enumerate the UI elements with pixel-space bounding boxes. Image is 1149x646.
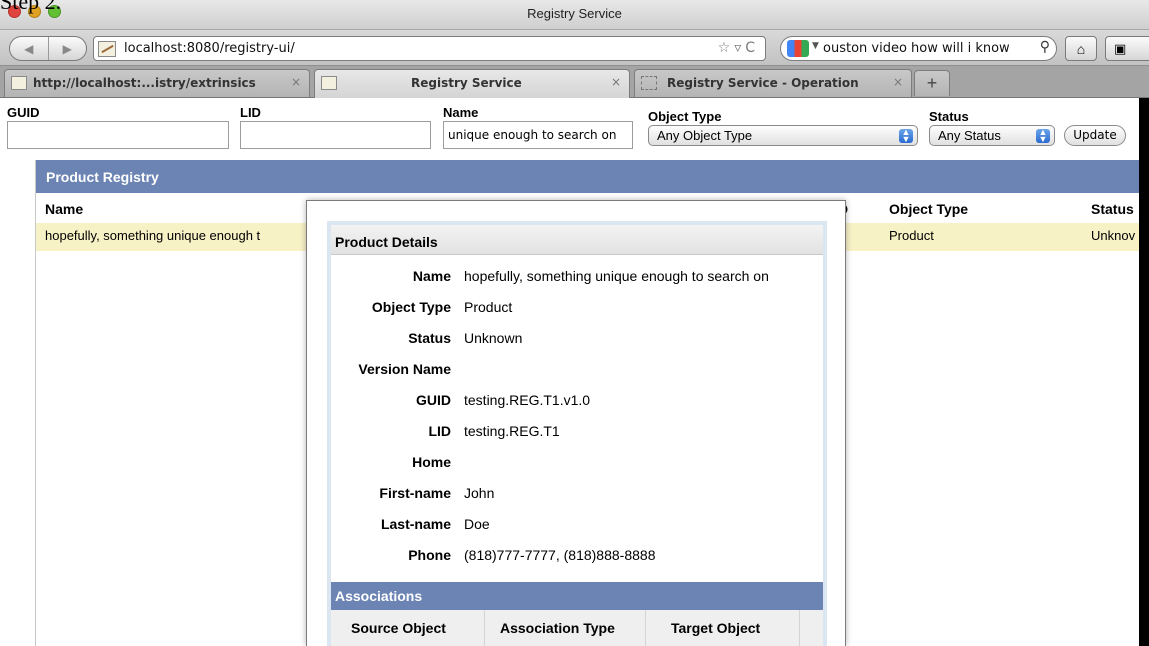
object-type-select[interactable]: Any Object Type ▲ ▼ — [648, 125, 918, 146]
select-arrows-icon: ▲ ▼ — [1036, 128, 1050, 144]
tab-registry-operation[interactable]: Registry Service - Operation × — [634, 69, 912, 97]
site-favicon-icon — [98, 41, 116, 57]
product-details-panel: Product Details Name hopefully, somethin… — [327, 221, 827, 646]
product-details-title: Product Details — [331, 225, 823, 255]
detail-label: Last-name — [380, 516, 451, 532]
name-input[interactable]: unique enough to search on — [443, 121, 633, 149]
detail-value: testing.REG.T1 — [464, 423, 560, 439]
detail-label: GUID — [416, 392, 451, 408]
product-details-dialog: Product Details Name hopefully, somethin… — [306, 200, 846, 646]
associations-title: Associations — [331, 582, 823, 610]
tab-favicon-icon — [11, 76, 27, 90]
detail-row: GUID testing.REG.T1.v1.0 — [331, 385, 823, 416]
detail-value: testing.REG.T1.v1.0 — [464, 392, 591, 408]
back-forward-buttons: ◀ ▶ — [9, 36, 87, 61]
guid-input[interactable] — [7, 121, 229, 149]
chevron-down-icon: ▼ — [812, 41, 819, 51]
tab-favicon-icon — [321, 76, 337, 90]
lid-input[interactable] — [240, 121, 431, 149]
window-title: Registry Service — [527, 6, 622, 21]
detail-row: Home — [331, 447, 823, 478]
row-object-type: Product — [889, 228, 934, 243]
object-type-label: Object Type — [648, 109, 722, 124]
home-button[interactable]: ⌂ — [1065, 36, 1097, 61]
search-filters: GUID LID Name unique enough to search on… — [0, 98, 1139, 158]
detail-row: Version Name — [331, 354, 823, 385]
select-arrows-icon: ▲ ▼ — [899, 128, 913, 144]
magnifier-icon[interactable]: ⚲ — [1040, 39, 1050, 55]
detail-row: LID testing.REG.T1 — [331, 416, 823, 447]
column-association-type[interactable]: Association Type — [500, 620, 615, 636]
detail-label: First-name — [379, 485, 451, 501]
column-status[interactable]: Status — [1091, 201, 1134, 217]
detail-value: Product — [464, 299, 513, 315]
detail-label: Object Type — [371, 299, 451, 315]
search-bar[interactable]: ▼ ouston video how will i know ⚲ — [780, 36, 1057, 61]
detail-row: First-name John — [331, 478, 823, 509]
window-edge — [1139, 98, 1149, 646]
window-titlebar: Registry Service — [0, 0, 1149, 30]
tab-close-icon[interactable]: × — [291, 75, 301, 89]
detail-row: Status Unknown — [331, 323, 823, 354]
url-bar[interactable]: localhost:8080/registry-ui/ ☆▿C — [93, 36, 766, 61]
status-label: Status — [929, 109, 969, 124]
navigation-toolbar: ◀ ▶ localhost:8080/registry-ui/ ☆▿C ▼ ou… — [0, 30, 1149, 66]
search-text: ouston video how will i know — [823, 41, 1010, 56]
back-button[interactable]: ◀ — [10, 37, 48, 60]
tab-extrinsics[interactable]: http://localhost:...istry/extrinsics × — [4, 69, 310, 97]
object-type-value: Any Object Type — [657, 128, 753, 143]
row-status: Unknov — [1091, 228, 1136, 243]
status-select[interactable]: Any Status ▲ ▼ — [929, 125, 1055, 146]
bookmarks-button[interactable]: ▣ — [1105, 36, 1149, 61]
detail-value: (818)777-7777, (818)888-8888 — [464, 547, 656, 563]
row-name: hopefully, something unique enough t — [45, 228, 261, 243]
detail-label: LID — [428, 423, 451, 439]
url-text: localhost:8080/registry-ui/ — [124, 41, 295, 56]
lid-label: LID — [240, 105, 261, 120]
associations-column-headers: Source Object Association Type Target Ob… — [331, 610, 823, 646]
update-button[interactable]: Update — [1064, 125, 1126, 146]
search-engine-icon[interactable] — [787, 40, 809, 57]
detail-label: Version Name — [358, 361, 451, 377]
column-divider — [484, 610, 485, 646]
name-label: Name — [443, 105, 479, 120]
detail-row: Last-name Doe — [331, 509, 823, 540]
detail-label: Home — [412, 454, 451, 470]
status-value: Any Status — [938, 128, 1001, 143]
product-registry-title: Product Registry — [36, 160, 1139, 193]
step-annotation: Step 2. — [0, 0, 62, 14]
guid-label: GUID — [7, 105, 40, 120]
detail-row: Phone (818)777-7777, (818)888-8888 — [331, 540, 823, 571]
detail-value: John — [464, 485, 495, 501]
column-divider — [645, 610, 646, 646]
tab-label: Registry Service — [411, 76, 522, 90]
detail-value: hopefully, something unique enough to se… — [464, 268, 769, 284]
detail-row: Name hopefully, something unique enough … — [331, 261, 823, 292]
column-target-object[interactable]: Target Object — [671, 620, 760, 636]
detail-value: Unknown — [464, 330, 523, 346]
tab-close-icon[interactable]: × — [611, 75, 621, 89]
column-object-type[interactable]: Object Type — [889, 201, 968, 217]
tab-bar: http://localhost:...istry/extrinsics × R… — [0, 66, 1149, 98]
tab-label: Registry Service - Operation — [667, 76, 859, 90]
column-name[interactable]: Name — [45, 201, 83, 217]
detail-label: Phone — [408, 547, 451, 563]
forward-button[interactable]: ▶ — [47, 37, 87, 60]
detail-label: Status — [408, 330, 451, 346]
tab-favicon-icon — [641, 76, 657, 90]
tab-label: http://localhost:...istry/extrinsics — [33, 76, 256, 90]
detail-row: Object Type Product — [331, 292, 823, 323]
detail-label: Name — [412, 268, 451, 284]
new-tab-button[interactable]: + — [914, 70, 950, 96]
column-source-object[interactable]: Source Object — [351, 620, 446, 636]
tab-registry-service[interactable]: Registry Service × — [314, 69, 630, 98]
column-divider — [799, 610, 800, 646]
tab-close-icon[interactable]: × — [893, 75, 903, 89]
bookmark-star-reload-icons[interactable]: ☆▿C — [718, 40, 759, 56]
detail-value: Doe — [464, 516, 490, 532]
